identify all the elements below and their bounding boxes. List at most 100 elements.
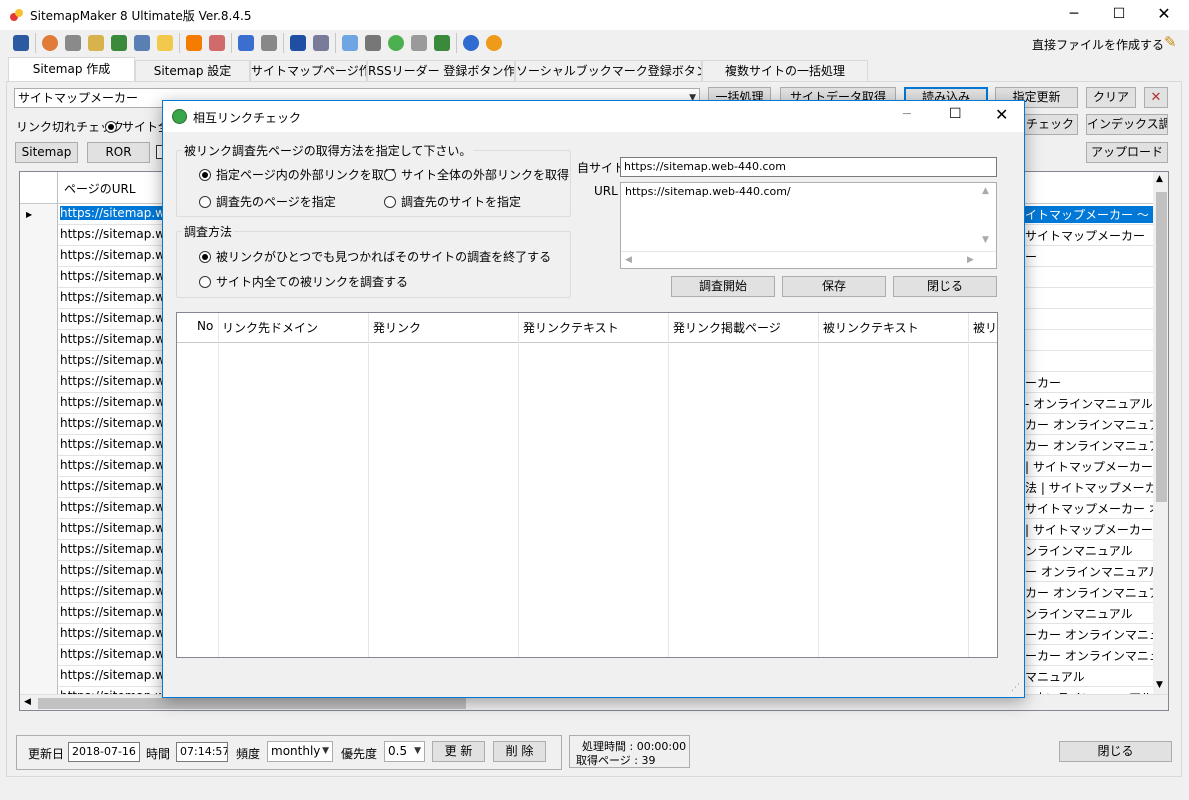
direct-file-label[interactable]: 直接ファイルを作成する: [1032, 36, 1164, 53]
textarea-scroll-up-icon[interactable]: ▲: [982, 186, 989, 196]
open-globe-icon[interactable]: [42, 35, 58, 51]
own-site-input[interactable]: https://sitemap.web-440.com: [620, 157, 997, 177]
radio-stop-first[interactable]: 被リンクがひとつでも見つかればそのサイトの調査を終了する: [199, 248, 551, 265]
help-icon[interactable]: [463, 35, 479, 51]
row-header[interactable]: [20, 561, 58, 582]
dialog-maximize-icon[interactable]: ☐: [949, 106, 962, 122]
row-header[interactable]: [20, 414, 58, 435]
sitemap-tree-icon[interactable]: [111, 35, 127, 51]
time-input[interactable]: 07:14:57: [176, 742, 228, 762]
row-header[interactable]: [20, 603, 58, 624]
upload-button[interactable]: アップロード: [1086, 142, 1168, 163]
folder-open-icon[interactable]: [157, 35, 173, 51]
radio-target-page-label: 調査先のページを指定: [216, 195, 336, 209]
row-header[interactable]: [20, 330, 58, 351]
ror-button[interactable]: ROR: [87, 142, 150, 163]
settings-tools-icon[interactable]: [261, 35, 277, 51]
monitor-icon[interactable]: [134, 35, 150, 51]
tab-sitemap-create[interactable]: Sitemap 作成: [8, 57, 135, 83]
folder-setting-icon[interactable]: [88, 35, 104, 51]
radio-target-site[interactable]: 調査先のサイトを指定: [384, 193, 521, 210]
edit-icon[interactable]: [238, 35, 254, 51]
link-chain-icon[interactable]: [411, 35, 427, 51]
freq-select[interactable]: monthly ▼: [267, 741, 333, 762]
update-button[interactable]: 更 新: [432, 741, 485, 762]
row-header[interactable]: [20, 372, 58, 393]
paypal-icon[interactable]: [290, 35, 306, 51]
index-survey-button[interactable]: インデックス調査: [1086, 114, 1168, 135]
row-header[interactable]: [20, 582, 58, 603]
row-header[interactable]: [20, 540, 58, 561]
tab-sitemap-settings[interactable]: Sitemap 設定: [135, 60, 250, 81]
scroll-up-icon[interactable]: ▲: [1156, 174, 1163, 184]
exit-icon[interactable]: [13, 35, 29, 51]
dialog-close-icon[interactable]: ✕: [995, 105, 1008, 124]
tools-button[interactable]: ✕: [1144, 87, 1168, 108]
row-header[interactable]: [20, 393, 58, 414]
row-header[interactable]: [20, 351, 58, 372]
scroll-down-icon[interactable]: ▼: [1156, 680, 1163, 690]
tab-multi-site[interactable]: 複数サイトの一括処理: [702, 60, 868, 81]
radio-target-page[interactable]: 調査先のページを指定: [199, 193, 336, 210]
close-dialog-button[interactable]: 閉じる: [893, 276, 997, 297]
maximize-icon[interactable]: ☐: [1105, 6, 1133, 24]
list-icon[interactable]: [313, 35, 329, 51]
scroll-thumb[interactable]: [1156, 192, 1167, 502]
row-header[interactable]: [20, 519, 58, 540]
textarea-scroll-down-icon[interactable]: ▼: [982, 235, 989, 245]
row-header[interactable]: [20, 246, 58, 267]
info-icon[interactable]: [486, 35, 502, 51]
sitemap-button[interactable]: Sitemap: [15, 142, 78, 163]
resize-grip-icon[interactable]: ⋰: [1011, 683, 1020, 693]
dialog-minimize-icon[interactable]: ─: [903, 107, 911, 122]
globe-check-icon[interactable]: [388, 35, 404, 51]
start-survey-button[interactable]: 調査開始: [671, 276, 775, 297]
clear-button[interactable]: クリア: [1086, 87, 1136, 108]
row-header[interactable]: ▶: [20, 204, 58, 225]
chat-icon[interactable]: [342, 35, 358, 51]
radio-all[interactable]: サイト内全ての被リンクを調査する: [199, 273, 408, 290]
radio-site-external[interactable]: サイト全体の外部リンクを取得: [384, 166, 569, 183]
grid-header-corner: [20, 172, 58, 204]
row-header[interactable]: [20, 456, 58, 477]
pencil-tool-icon[interactable]: [209, 35, 225, 51]
upload-icon[interactable]: [434, 35, 450, 51]
tab-rss-reader[interactable]: RSSリーダー 登録ボタン作成: [367, 60, 515, 81]
priority-select[interactable]: 0.5 ▼: [384, 741, 425, 762]
pencil-icon[interactable]: ✎: [1164, 33, 1177, 51]
linkcheck-radio-site[interactable]: サイト全: [105, 118, 170, 135]
row-header[interactable]: [20, 309, 58, 330]
row-header[interactable]: [20, 225, 58, 246]
textarea-scroll-right-icon[interactable]: ▶: [967, 255, 974, 265]
row-header[interactable]: [20, 666, 58, 687]
textarea-hscroll[interactable]: ◀ ▶: [621, 251, 996, 268]
row-header[interactable]: [20, 624, 58, 645]
printer-icon[interactable]: [365, 35, 381, 51]
result-grid[interactable]: No リンク先ドメイン 発リンク 発リンクテキスト 発リンク掲載ページ 被リンク…: [176, 312, 998, 658]
toolbar-separator: [283, 33, 284, 53]
row-header[interactable]: [20, 435, 58, 456]
url-textarea[interactable]: https://sitemap.web-440.com/ ▲ ▼ ◀ ▶: [620, 182, 997, 269]
row-header[interactable]: [20, 498, 58, 519]
delete-button[interactable]: 削 除: [493, 741, 546, 762]
close-window-icon[interactable]: ✕: [1150, 4, 1178, 23]
row-header[interactable]: [20, 288, 58, 309]
radio-page-external[interactable]: 指定ページ内の外部リンクを取得: [199, 166, 396, 183]
updated-date-input[interactable]: 2018-07-16: [68, 742, 140, 762]
row-url: https://sitemap.web: [60, 584, 162, 598]
row-url: https://sitemap.web: [60, 374, 162, 388]
vertical-scrollbar[interactable]: ▲ ▼: [1153, 172, 1168, 694]
scroll-left-icon[interactable]: ◀: [24, 697, 31, 707]
row-header[interactable]: [20, 477, 58, 498]
tab-sitemap-page[interactable]: サイトマップページ作成: [250, 60, 367, 81]
row-header[interactable]: [20, 267, 58, 288]
minimize-icon[interactable]: ─: [1060, 6, 1088, 24]
rss-icon[interactable]: [186, 35, 202, 51]
textarea-scroll-left-icon[interactable]: ◀: [625, 255, 632, 265]
save-button[interactable]: 保存: [782, 276, 886, 297]
hscroll-thumb[interactable]: [38, 698, 466, 709]
row-header[interactable]: [20, 645, 58, 666]
close-main-button[interactable]: 閉じる: [1059, 741, 1172, 762]
tab-social-bookmark[interactable]: ソーシャルブックマーク登録ボタン作成: [515, 60, 702, 81]
tools-icon[interactable]: [65, 35, 81, 51]
